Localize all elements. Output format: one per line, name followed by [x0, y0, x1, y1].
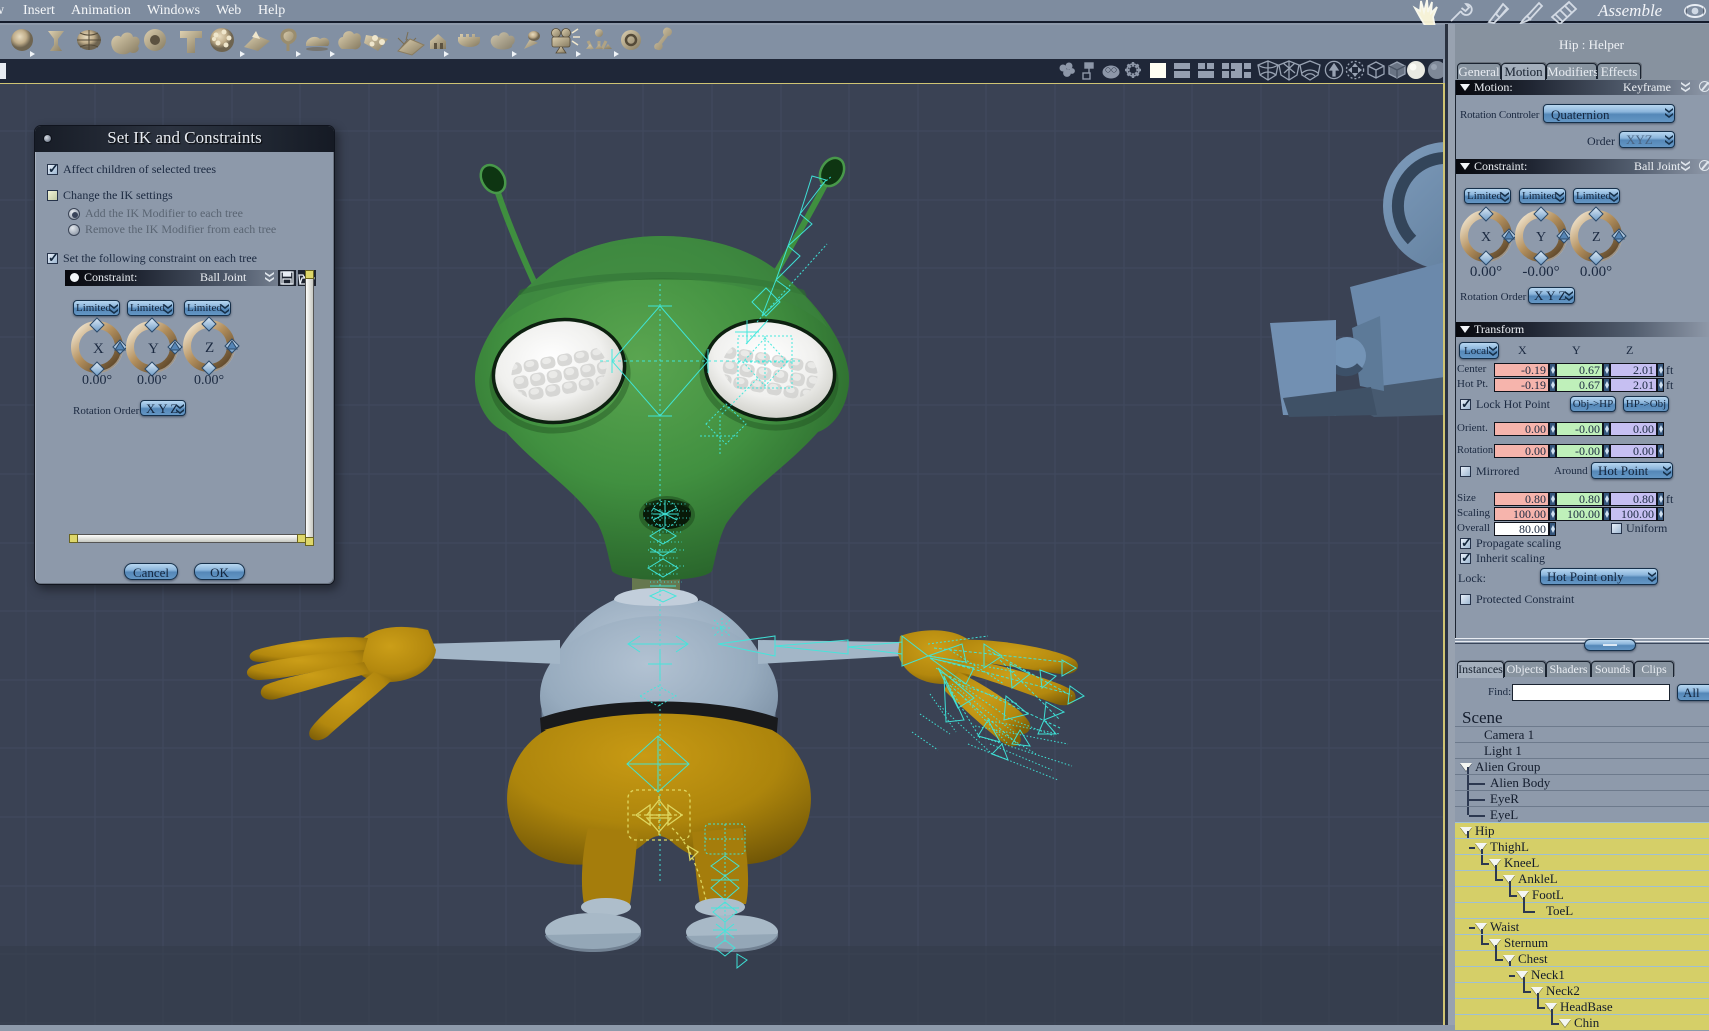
svg-text:-0.00°: -0.00°: [1522, 264, 1559, 280]
svg-text:X: X: [93, 341, 104, 357]
svg-text:X: X: [1481, 230, 1491, 245]
svg-text:Z: Z: [1592, 230, 1601, 245]
svg-text:0.00°: 0.00°: [194, 373, 224, 386]
svg-text:Y: Y: [148, 341, 159, 357]
svg-text:0.00°: 0.00°: [1470, 264, 1502, 280]
svg-text:0.00°: 0.00°: [1580, 264, 1612, 280]
svg-text:0.00°: 0.00°: [137, 373, 167, 386]
svg-text:0.00°: 0.00°: [82, 373, 112, 386]
svg-text:Y: Y: [1536, 230, 1546, 245]
svg-text:Z: Z: [205, 340, 214, 356]
